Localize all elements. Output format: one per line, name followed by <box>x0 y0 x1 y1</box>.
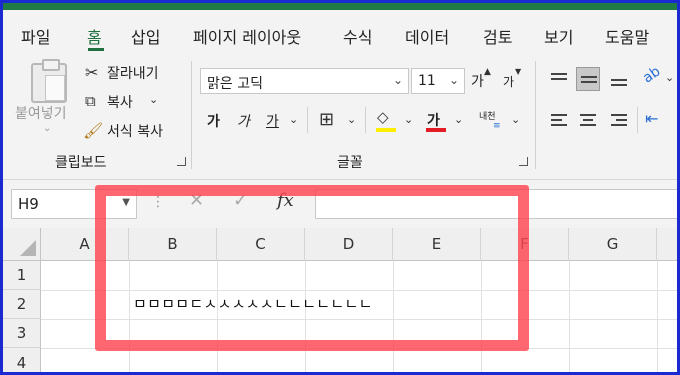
row-header-3[interactable]: 3 <box>3 319 41 348</box>
clipboard-launcher-icon[interactable] <box>177 157 186 166</box>
align-top-icon[interactable] <box>547 67 571 91</box>
phonetic-icon: ≡ <box>493 121 501 131</box>
bold-button[interactable]: 가 <box>207 111 220 131</box>
separator <box>307 107 308 133</box>
row-header-4[interactable]: 4 <box>3 348 41 372</box>
gridline <box>569 261 570 372</box>
chevron-down-icon: ⌄ <box>392 73 403 87</box>
font-family-select[interactable]: 맑은 고딕 ⌄ <box>200 68 409 94</box>
paste-button[interactable]: 붙여넣기 <box>15 103 67 123</box>
align-bottom-icon[interactable] <box>607 67 631 91</box>
row-header-2[interactable]: 2 <box>3 290 41 319</box>
active-tab-indicator <box>88 48 104 51</box>
paste-icon[interactable] <box>31 59 67 103</box>
align-right-icon[interactable] <box>607 109 631 133</box>
font-color-button[interactable]: 가 <box>427 110 440 130</box>
font-color-swatch <box>426 128 446 132</box>
ribbon-tabs: 파일 홈 삽입 페이지 레이아웃 수식 데이터 검토 보기 도움말 <box>3 10 677 55</box>
separator <box>365 107 366 133</box>
scissors-icon: ✂ <box>85 63 99 82</box>
font-family-value: 맑은 고딕 <box>207 76 263 92</box>
fill-color-swatch <box>376 128 396 132</box>
fill-color-icon[interactable]: ◇ <box>377 108 389 126</box>
font-size-select[interactable]: 11 ⌄ <box>411 68 465 94</box>
tab-data[interactable]: 데이터 <box>405 24 449 48</box>
format-painter-button[interactable]: 서식 복사 <box>107 121 163 141</box>
excel-window: 파일 홈 삽입 페이지 레이아웃 수식 데이터 검토 보기 도움말 붙여넣기 ⌄… <box>0 0 680 375</box>
italic-button[interactable]: 가 <box>237 111 250 131</box>
group-divider <box>535 61 536 169</box>
tab-help[interactable]: 도움말 <box>605 24 649 48</box>
borders-icon[interactable]: ⊞ <box>319 109 334 130</box>
tab-review[interactable]: 검토 <box>483 24 512 48</box>
separator <box>637 107 638 133</box>
group-divider <box>191 61 192 169</box>
grow-font-button[interactable]: 가 <box>471 71 484 91</box>
tab-formulas[interactable]: 수식 <box>343 24 372 48</box>
font-group-label: 글꼴 <box>337 155 363 171</box>
name-box-value: H9 <box>18 195 39 213</box>
select-all-button[interactable] <box>3 228 41 261</box>
underline-button[interactable]: 가 <box>266 111 279 131</box>
align-middle-icon[interactable] <box>576 67 600 91</box>
font-size-value: 11 <box>418 73 436 89</box>
tab-view[interactable]: 보기 <box>544 24 573 48</box>
font-color-dropdown-icon[interactable]: ⌄ <box>454 113 463 126</box>
paste-dropdown-icon[interactable]: ⌄ <box>43 123 51 134</box>
cut-button[interactable]: 잘라내기 <box>107 63 159 83</box>
align-left-icon[interactable] <box>547 109 571 133</box>
row-header-1[interactable]: 1 <box>3 261 41 290</box>
shrink-font-button[interactable]: 가 <box>503 73 514 90</box>
copy-button[interactable]: 복사 <box>107 92 133 112</box>
tab-page-layout[interactable]: 페이지 레이아웃 <box>193 24 301 48</box>
font-launcher-icon[interactable] <box>519 157 528 166</box>
fill-dropdown-icon[interactable]: ⌄ <box>404 113 413 126</box>
gridline <box>657 261 658 372</box>
chevron-down-icon: ⌄ <box>448 73 459 87</box>
format-painter-icon: 🖌 <box>83 121 104 140</box>
copy-icon: ⧉ <box>85 92 96 110</box>
shrink-font-icon: ▼ <box>515 67 522 76</box>
orientation-icon[interactable]: ab <box>640 63 663 86</box>
tab-insert[interactable]: 삽입 <box>131 24 160 48</box>
tab-file[interactable]: 파일 <box>21 24 50 48</box>
align-center-icon[interactable] <box>576 109 600 133</box>
ribbon-home: 붙여넣기 ⌄ ✂ 잘라내기 ⧉ 복사 ⌄ 🖌 서식 복사 클립보드 맑은 고딕 … <box>3 55 677 180</box>
column-header-h[interactable] <box>657 228 677 261</box>
tab-home[interactable]: 홈 <box>87 24 102 48</box>
title-strip <box>3 3 677 10</box>
column-header-g[interactable]: G <box>569 228 657 261</box>
decrease-indent-icon[interactable]: ⇤ <box>645 109 658 128</box>
underline-dropdown-icon[interactable]: ⌄ <box>289 113 298 126</box>
grow-font-icon: ▲ <box>484 67 491 77</box>
phonetic-dropdown-icon[interactable]: ⌄ <box>511 113 520 126</box>
clipboard-group-label: 클립보드 <box>55 155 107 171</box>
orientation-dropdown-icon[interactable]: ⌄ <box>665 71 674 84</box>
borders-dropdown-icon[interactable]: ⌄ <box>347 113 356 126</box>
copy-dropdown-icon[interactable]: ⌄ <box>149 93 158 106</box>
highlight-box <box>95 185 529 351</box>
